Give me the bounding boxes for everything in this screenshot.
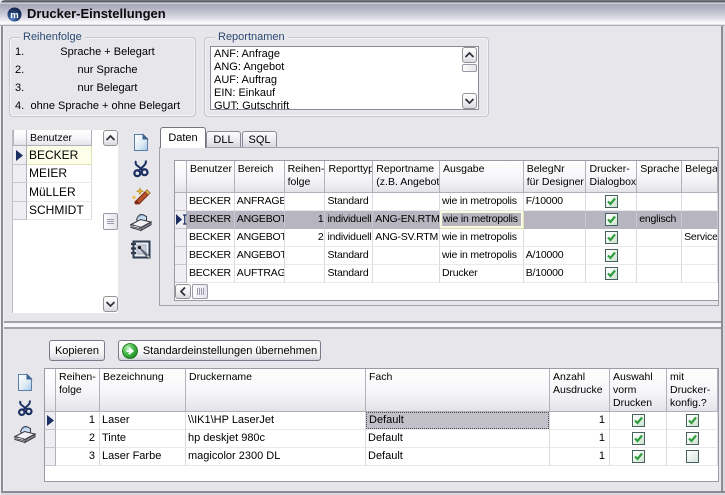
- svg-text:m: m: [10, 10, 18, 21]
